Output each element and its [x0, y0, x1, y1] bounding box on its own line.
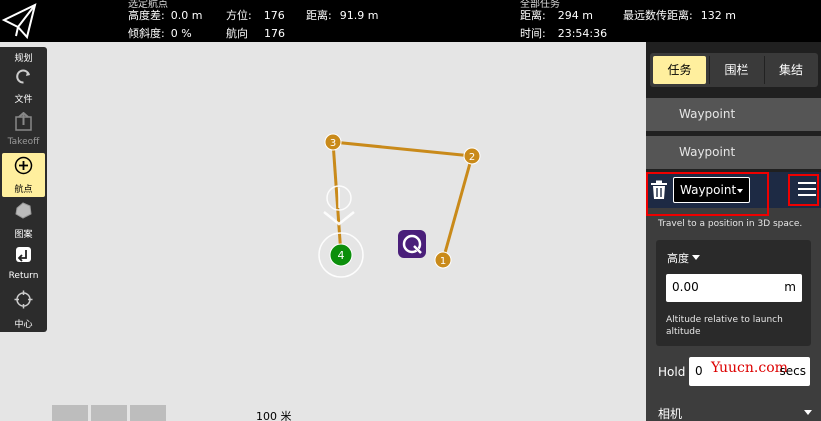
- mission-panel: 任务 围栏 集结 Waypoint Waypoint Waypoint Trav…: [646, 42, 821, 421]
- tab-geofence[interactable]: 围栏: [710, 56, 763, 84]
- tab-rally[interactable]: 集结: [765, 56, 817, 84]
- altitude-section: 高度 0.00 m Altitude relative to launch al…: [656, 240, 811, 346]
- mission-time-readout: 时间: 23:54:36: [520, 27, 608, 40]
- heading-readout: 航向 176: [226, 27, 285, 40]
- pattern-icon: [15, 202, 32, 219]
- top-bar: 选定航点 全部任务 高度差: 0.0 m 方位: 176 距离: 91.9 m 倾斜度…: [0, 0, 821, 42]
- svg-text:3: 3: [330, 138, 336, 149]
- waypoint-marker-3[interactable]: 3: [324, 133, 342, 151]
- svg-text:4: 4: [338, 249, 345, 262]
- altitude-input[interactable]: 0.00 m: [666, 274, 802, 302]
- distance-readout: 距离: 91.9 m: [306, 9, 379, 22]
- toolbar-waypoint-button[interactable]: 航点: [2, 153, 45, 197]
- return-icon: [16, 247, 31, 262]
- map-control-button-2[interactable]: [91, 405, 127, 421]
- map-scale-label: 100 米: [256, 410, 292, 421]
- command-description: Travel to a position in 3D space.: [658, 219, 803, 229]
- mission-path-layer: 1 2 3 4: [318, 133, 481, 278]
- toolbar-title: 规划: [14, 54, 33, 64]
- path-segment-2-3: [332, 140, 473, 158]
- planner-window: 选定航点 全部任务 高度差: 0.0 m 方位: 176 距离: 91.9 m 倾斜度…: [0, 0, 821, 421]
- total-distance-readout: 距离: 294 m: [520, 9, 593, 22]
- hold-input[interactable]: 0 Yuucn.com secs: [689, 357, 810, 386]
- file-sync-icon: [16, 69, 30, 84]
- mission-item-waypoint[interactable]: Waypoint: [646, 98, 821, 131]
- gradient-readout: 倾斜度: 0 %: [128, 27, 192, 40]
- altitude-mode-dropdown[interactable]: 高度: [667, 250, 700, 266]
- toolbar-return-button[interactable]: Return: [2, 243, 45, 287]
- toolbar-pattern-button[interactable]: 图案: [2, 199, 45, 243]
- paper-plane-logo-icon[interactable]: [0, 0, 40, 42]
- waypoint-marker-1[interactable]: 1: [434, 251, 452, 269]
- toolbar-center-button[interactable]: 中心: [2, 287, 45, 331]
- svg-text:2: 2: [469, 152, 475, 163]
- map-view[interactable]: 1 2 3 4: [0, 42, 646, 421]
- add-waypoint-icon: [14, 156, 33, 175]
- highlight-box-menu: [788, 174, 819, 206]
- dropdown-arrow-icon: [692, 255, 700, 260]
- camera-section-label[interactable]: 相机: [658, 405, 682, 421]
- waypoint-marker-4-selected[interactable]: 4: [329, 243, 353, 267]
- plan-type-tabs: 任务 围栏 集结: [650, 53, 818, 87]
- center-icon: [14, 290, 33, 309]
- tab-mission[interactable]: 任务: [653, 56, 706, 84]
- map-control-button-1[interactable]: [52, 405, 88, 421]
- altitude-diff-readout: 高度差: 0.0 m: [128, 9, 203, 22]
- waypoint-marker-2[interactable]: 2: [463, 147, 481, 165]
- altitude-help-text: Altitude relative to launch altitude: [666, 315, 783, 337]
- takeoff-icon: [15, 112, 32, 131]
- path-segment-3-4: [331, 141, 343, 256]
- toolbar-file-button[interactable]: 文件: [2, 65, 45, 109]
- highlight-box-command: [646, 172, 769, 216]
- bearing-readout: 方位: 176: [226, 9, 285, 22]
- path-segment-1-2: [441, 155, 474, 261]
- plan-toolbar: 规划 文件 Takeoff 航点 图案 Return 中心: [0, 47, 47, 332]
- mission-item-waypoint[interactable]: Waypoint: [646, 136, 821, 169]
- drone-logo-icon[interactable]: [398, 230, 426, 258]
- max-telemetry-distance-readout: 最远数传距离: 132 m: [623, 9, 736, 22]
- map-control-button-3[interactable]: [130, 405, 166, 421]
- toolbar-takeoff-button[interactable]: Takeoff: [2, 109, 45, 153]
- svg-text:1: 1: [440, 256, 446, 267]
- chevron-down-icon[interactable]: [804, 410, 812, 415]
- hold-label: Hold: [658, 365, 686, 379]
- waypoint-editor: Waypoint Travel to a position in 3D spac…: [646, 172, 821, 421]
- watermark-text: Yuucn.com: [711, 360, 788, 376]
